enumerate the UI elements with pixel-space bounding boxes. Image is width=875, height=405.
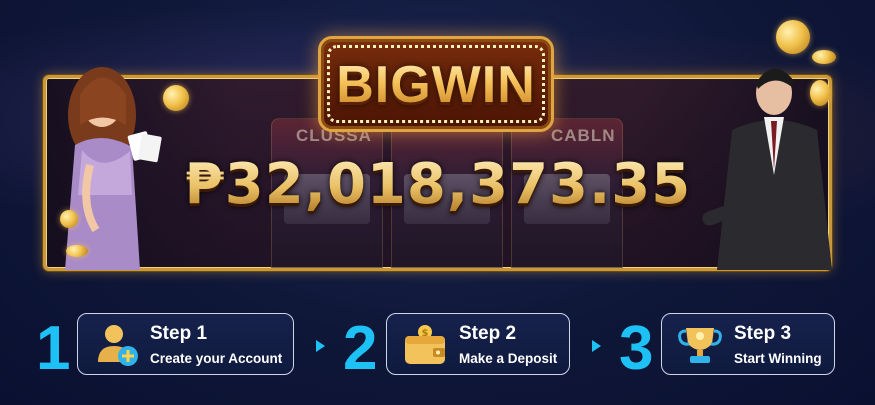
jackpot-amount: ₱32,018,373.35 <box>178 152 698 217</box>
wallet-icon: $ <box>401 322 449 368</box>
female-dealer-illustration <box>65 67 162 270</box>
steps-row: 1 Step 1 Create your Account 2 $ Step 2 … <box>0 308 875 388</box>
step-3-card[interactable]: Step 3 Start Winning <box>661 313 835 375</box>
step-number: 1 <box>36 314 71 383</box>
step-2-card[interactable]: $ Step 2 Make a Deposit <box>386 313 570 375</box>
gold-coin <box>163 85 189 111</box>
step-title: Step 3 <box>734 323 792 344</box>
step-subtitle: Make a Deposit <box>459 351 558 366</box>
gold-coin <box>66 245 88 257</box>
male-host-illustration <box>702 68 832 270</box>
gold-coin <box>812 50 836 64</box>
chevron-right-icon <box>316 340 325 352</box>
trophy-icon <box>676 322 724 368</box>
gold-coin <box>810 80 830 106</box>
step-number: 3 <box>619 314 654 383</box>
slot-label: CABLN <box>551 126 616 145</box>
step-subtitle: Start Winning <box>734 351 822 366</box>
bigwin-title: BIGWIN <box>321 55 551 115</box>
chevron-right-icon <box>592 340 601 352</box>
step-1-card[interactable]: Step 1 Create your Account <box>77 313 294 375</box>
gold-coin <box>776 20 810 54</box>
step-title: Step 1 <box>150 323 208 344</box>
gold-coin <box>60 210 78 228</box>
add-user-icon <box>92 322 140 368</box>
step-title: Step 2 <box>459 323 517 344</box>
step-subtitle: Create your Account <box>150 351 283 366</box>
bigwin-sign: BIGWIN <box>318 36 554 132</box>
step-number: 2 <box>343 314 378 383</box>
